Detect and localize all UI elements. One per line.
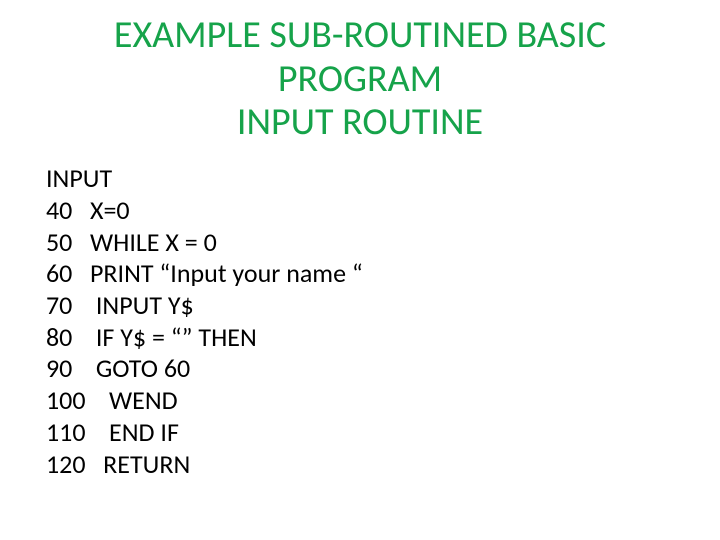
code-line: 70 INPUT Y$ (46, 290, 720, 322)
code-line: 40 X=0 (46, 195, 720, 227)
code-line: 60 PRINT “Input your name “ (46, 258, 720, 290)
code-line: 80 IF Y$ = “” THEN (46, 322, 720, 354)
code-block: INPUT 40 X=0 50 WHILE X = 0 60 PRINT “In… (46, 163, 720, 480)
title-line-3: INPUT ROUTINE (60, 101, 660, 145)
code-line: 50 WHILE X = 0 (46, 227, 720, 259)
code-line: 90 GOTO 60 (46, 353, 720, 385)
slide: EXAMPLE SUB-ROUTINED BASIC PROGRAM INPUT… (0, 0, 720, 540)
slide-title: EXAMPLE SUB-ROUTINED BASIC PROGRAM INPUT… (60, 14, 660, 145)
code-line: 120 RETURN (46, 449, 720, 481)
code-header: INPUT (46, 163, 720, 195)
title-line-2: PROGRAM (60, 58, 660, 102)
code-line: 110 END IF (46, 417, 720, 449)
code-line: 100 WEND (46, 385, 720, 417)
title-line-1: EXAMPLE SUB-ROUTINED BASIC (60, 14, 660, 58)
